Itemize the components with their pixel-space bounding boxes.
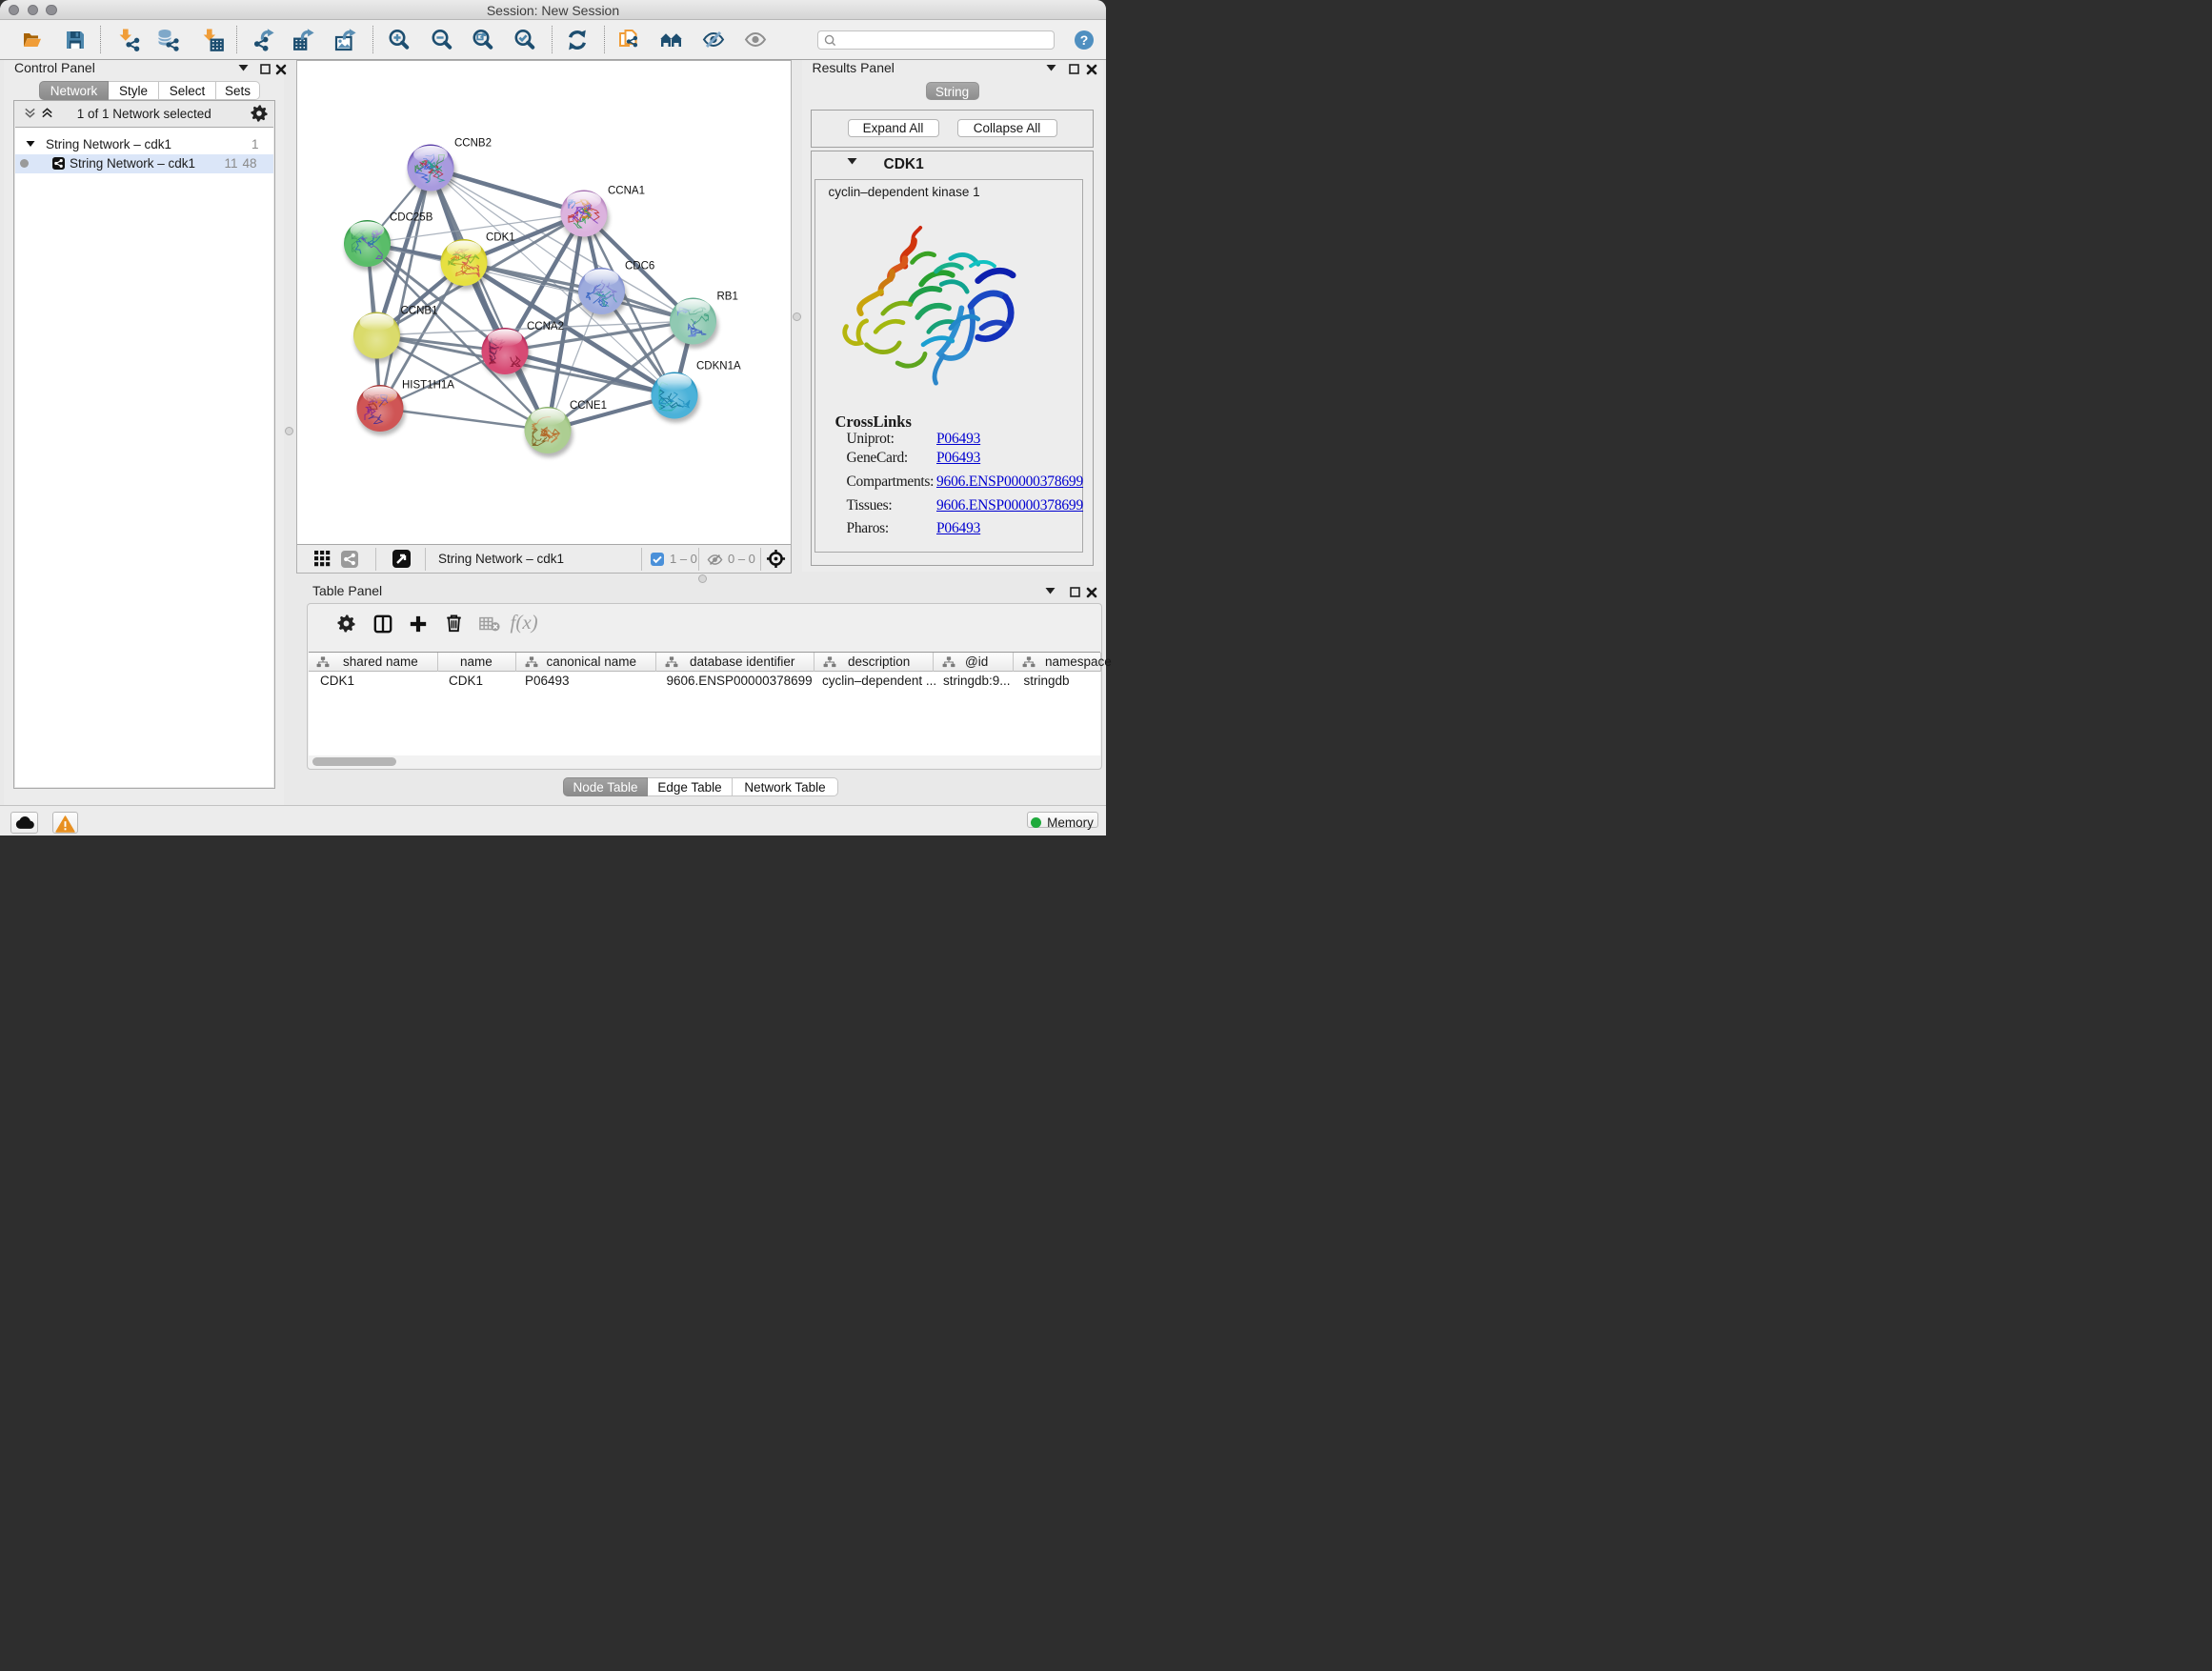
svg-text:CCNE1: CCNE1 — [570, 400, 607, 412]
svg-text:CDC6: CDC6 — [625, 260, 654, 272]
svg-text:RB1: RB1 — [717, 291, 738, 302]
svg-text:CCNB1: CCNB1 — [401, 305, 438, 316]
svg-text:CCNA1: CCNA1 — [608, 185, 645, 196]
svg-text:CDC25B: CDC25B — [390, 211, 433, 223]
svg-text:CDKN1A: CDKN1A — [696, 360, 741, 372]
svg-text:CCNB2: CCNB2 — [454, 137, 492, 149]
svg-text:CDK1: CDK1 — [486, 232, 515, 243]
svg-text:HIST1H1A: HIST1H1A — [402, 379, 454, 391]
svg-text:CCNA2: CCNA2 — [527, 321, 564, 332]
